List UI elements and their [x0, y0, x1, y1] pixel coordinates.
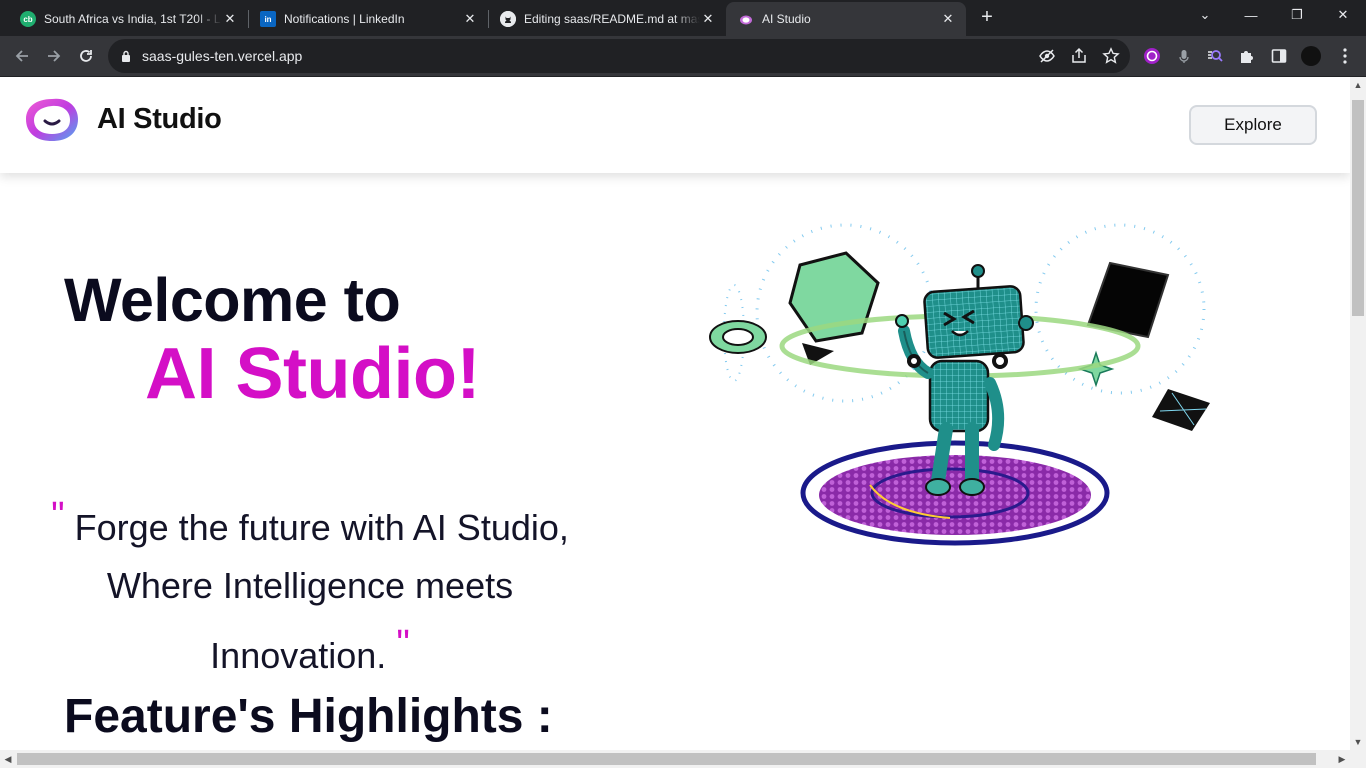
horizontal-scroll-thumb[interactable]	[17, 753, 1316, 765]
address-bar[interactable]: saas-gules-ten.vercel.app	[108, 39, 1130, 73]
features-heading: Feature's Highlights :	[64, 690, 553, 743]
quote-line-3: Innovation. "	[10, 615, 610, 685]
extensions-puzzle-icon[interactable]	[1237, 46, 1257, 66]
quote-text-3: Innovation.	[210, 635, 387, 676]
close-quote-mark: "	[396, 623, 410, 665]
scroll-up-arrow-icon[interactable]: ▲	[1350, 77, 1366, 93]
ai-studio-logo-icon[interactable]	[24, 95, 80, 145]
tab-linkedin[interactable]: in Notifications | LinkedIn ✕	[248, 2, 488, 36]
tab-github[interactable]: Editing saas/README.md at mas ✕	[488, 2, 726, 36]
tab-search-icon[interactable]: ⌄	[1182, 0, 1228, 30]
vertical-scroll-thumb[interactable]	[1352, 100, 1364, 316]
tab-close-icon[interactable]: ✕	[462, 11, 478, 27]
tab-title: Notifications | LinkedIn	[284, 12, 405, 26]
extension-purple-icon[interactable]	[1142, 46, 1162, 66]
extension-mic-icon[interactable]	[1174, 46, 1194, 66]
lock-icon	[122, 50, 130, 62]
hero-heading-brand: AI Studio!	[145, 334, 480, 414]
url-text: saas-gules-ten.vercel.app	[142, 48, 303, 64]
quote-text-1: Forge the future with AI Studio,	[74, 507, 569, 548]
scroll-right-arrow-icon[interactable]: ▶	[1334, 751, 1350, 767]
tab-title: AI Studio	[762, 12, 811, 26]
open-quote-mark: "	[51, 495, 65, 537]
github-icon	[500, 11, 516, 27]
profile-avatar[interactable]	[1301, 46, 1321, 66]
explore-button[interactable]: Explore	[1189, 105, 1317, 145]
bookmark-star-icon[interactable]	[1102, 47, 1120, 65]
share-icon[interactable]	[1070, 47, 1088, 65]
tab-close-icon[interactable]: ✕	[222, 11, 238, 27]
tab-cricket[interactable]: cb South Africa vs India, 1st T20I - L ✕	[8, 2, 248, 36]
eye-off-icon[interactable]	[1038, 47, 1056, 65]
back-icon[interactable]	[10, 44, 34, 68]
scroll-left-arrow-icon[interactable]: ◀	[0, 751, 16, 767]
tab-title: Editing saas/README.md at mas	[524, 12, 700, 26]
reload-icon[interactable]	[74, 44, 98, 68]
linkedin-icon: in	[260, 11, 276, 27]
ai-studio-icon	[738, 11, 754, 27]
browser-tabstrip: cb South Africa vs India, 1st T20I - L ✕…	[0, 0, 1366, 36]
browser-toolbar: saas-gules-ten.vercel.app	[0, 36, 1366, 77]
tab-title: South Africa vs India, 1st T20I - L	[44, 12, 221, 26]
quote-line-1: " Forge the future with AI Studio,	[10, 487, 610, 557]
restore-icon[interactable]: ❐	[1274, 0, 1320, 30]
extension-search-icon[interactable]	[1205, 46, 1225, 66]
hero-heading-welcome: Welcome to	[64, 266, 401, 334]
page-viewport: AI Studio Explore Welcome to AI Studio! …	[0, 77, 1350, 750]
minimize-icon[interactable]: —	[1228, 0, 1274, 30]
robot-illustration	[709, 223, 1210, 546]
forward-icon[interactable]	[42, 44, 66, 68]
tab-close-icon[interactable]: ✕	[940, 11, 956, 27]
scroll-down-arrow-icon[interactable]: ▼	[1350, 734, 1366, 750]
tab-ai-studio[interactable]: AI Studio ✕	[726, 2, 966, 36]
quote-line-2: Where Intelligence meets	[106, 565, 514, 606]
close-window-icon[interactable]: ✕	[1320, 0, 1366, 30]
side-panel-icon[interactable]	[1269, 46, 1289, 66]
tab-close-icon[interactable]: ✕	[700, 11, 716, 27]
site-header: AI Studio Explore	[0, 77, 1350, 173]
new-tab-icon[interactable]: +	[976, 6, 998, 28]
menu-kebab-icon[interactable]	[1335, 46, 1355, 66]
hero-tagline-quote: " Forge the future with AI Studio, Where…	[10, 487, 610, 685]
cricbuzz-icon: cb	[20, 11, 36, 27]
brand-name[interactable]: AI Studio	[97, 103, 222, 136]
